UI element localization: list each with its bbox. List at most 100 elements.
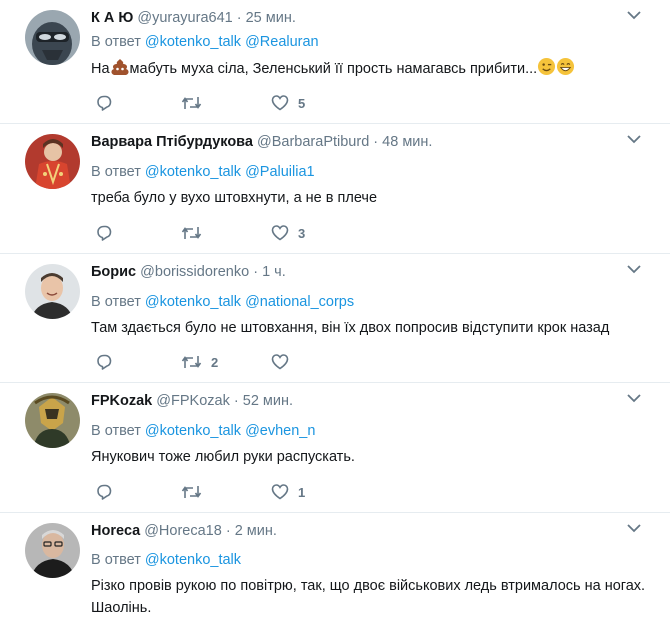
like-count: 3 xyxy=(298,225,306,241)
tweet-actions: 5 xyxy=(91,93,391,113)
mention-link[interactable]: @kotenko_talk xyxy=(145,423,241,439)
reply-prefix: В ответ xyxy=(91,552,141,568)
separator-dot: · xyxy=(253,264,259,280)
like-button[interactable] xyxy=(271,352,298,372)
mention-link[interactable]: @kotenko_talk xyxy=(145,164,241,180)
heart-icon xyxy=(271,484,289,500)
reply-icon xyxy=(97,95,112,111)
mention-link[interactable]: @kotenko_talk xyxy=(145,294,241,310)
timestamp[interactable]: 1 ч. xyxy=(262,264,286,280)
retweet-button[interactable] xyxy=(181,223,211,243)
display-name[interactable]: Варвара Птібурдукова xyxy=(91,134,253,150)
tweet-text: Різко провів рукою по повітрю, так, що д… xyxy=(91,578,646,616)
display-name[interactable]: FPKozak xyxy=(91,393,152,409)
tweet-header: Борис @borissidorenko · 1 ч. xyxy=(91,262,286,282)
chevron-down-icon[interactable] xyxy=(627,264,641,274)
tweet-text: Там здається було не штовхання, він їх д… xyxy=(91,320,610,336)
chevron-down-icon[interactable] xyxy=(627,523,641,533)
reply-button[interactable] xyxy=(95,223,122,243)
reply-icon xyxy=(97,354,112,370)
avatar[interactable] xyxy=(25,393,80,448)
reply-button[interactable] xyxy=(95,352,122,372)
retweet-button[interactable]: 2 xyxy=(181,352,218,372)
reply-context: В ответ @kotenko_talk xyxy=(91,551,241,569)
tweet-actions: 2 xyxy=(91,352,391,372)
heart-icon xyxy=(271,95,289,111)
retweet-icon xyxy=(181,227,202,239)
reply-prefix: В ответ xyxy=(91,423,141,439)
reply-context: В ответ @kotenko_talk @evhen_n xyxy=(91,422,315,440)
retweet-icon xyxy=(181,97,202,109)
retweet-button[interactable] xyxy=(181,482,211,502)
display-name[interactable]: К А Ю xyxy=(91,10,133,26)
user-handle[interactable]: @BarbaraPtiburd xyxy=(257,134,369,150)
retweet-icon xyxy=(181,486,202,498)
timestamp[interactable]: 52 мин. xyxy=(243,393,293,409)
heart-icon xyxy=(271,354,289,370)
user-handle[interactable]: @FPKozak xyxy=(156,393,230,409)
like-button[interactable]: 1 xyxy=(271,482,305,502)
reply-prefix: В ответ xyxy=(91,164,141,180)
mention-link[interactable]: @national_corps xyxy=(245,294,354,310)
grin-emoji-icon xyxy=(557,57,575,76)
tweet-actions: 3 xyxy=(91,223,391,243)
tweet-header: FPKozak @FPKozak · 52 мин. xyxy=(91,391,293,411)
retweet-icon xyxy=(181,356,202,368)
reply-prefix: В ответ xyxy=(91,34,141,50)
reply-button[interactable] xyxy=(95,93,122,113)
user-handle[interactable]: @Horeca18 xyxy=(144,523,222,539)
poop-emoji-icon xyxy=(111,59,129,75)
timestamp[interactable]: 2 мин. xyxy=(235,523,277,539)
wink-emoji-icon xyxy=(538,57,556,76)
heart-icon xyxy=(271,225,289,241)
mention-link[interactable]: @kotenko_talk xyxy=(145,552,241,568)
tweet-item[interactable]: Horeca @Horeca18 · 2 мин. В ответ @koten… xyxy=(0,513,670,622)
chevron-down-icon[interactable] xyxy=(627,10,641,20)
avatar[interactable] xyxy=(25,134,80,189)
mention-link[interactable]: @kotenko_talk xyxy=(145,34,241,50)
tweet-header: К А Ю @yurayura641 · 25 мин. xyxy=(91,8,296,28)
tweet-text-part: На xyxy=(91,61,110,77)
tweet-item[interactable]: Варвара Птібурдукова @BarbaraPtiburd · 4… xyxy=(0,124,670,254)
timestamp[interactable]: 48 мин. xyxy=(382,134,432,150)
separator-dot: · xyxy=(233,393,239,409)
retweet-button[interactable] xyxy=(181,93,211,113)
reply-icon xyxy=(97,484,112,500)
like-count: 5 xyxy=(298,95,306,111)
reply-button[interactable] xyxy=(95,482,122,502)
timestamp[interactable]: 25 мин. xyxy=(246,10,296,26)
separator-dot: · xyxy=(236,10,242,26)
avatar[interactable] xyxy=(25,523,80,578)
chevron-down-icon[interactable] xyxy=(627,134,641,144)
reply-prefix: В ответ xyxy=(91,294,141,310)
reply-icon xyxy=(97,225,112,241)
mention-link[interactable]: @evhen_n xyxy=(245,423,315,439)
reply-context: В ответ @kotenko_talk @national_corps xyxy=(91,293,354,311)
tweet-text-part: мабуть муха сіла, Зеленський її прость н… xyxy=(129,61,538,77)
mention-link[interactable]: @Paluilia1 xyxy=(245,164,315,180)
user-handle[interactable]: @yurayura641 xyxy=(137,10,232,26)
avatar[interactable] xyxy=(25,264,80,319)
chevron-down-icon[interactable] xyxy=(627,393,641,403)
tweet-item[interactable]: Борис @borissidorenko · 1 ч. В ответ @ko… xyxy=(0,254,670,383)
display-name[interactable]: Борис xyxy=(91,264,136,280)
like-button[interactable]: 3 xyxy=(271,223,305,243)
tweet-header: Horeca @Horeca18 · 2 мин. xyxy=(91,521,277,541)
display-name[interactable]: Horeca xyxy=(91,523,140,539)
tweet-header: Варвара Птібурдукова @BarbaraPtiburd · 4… xyxy=(91,132,432,152)
like-button[interactable]: 5 xyxy=(271,93,305,113)
tweet-item[interactable]: FPKozak @FPKozak · 52 мин. В ответ @kote… xyxy=(0,383,670,513)
user-handle[interactable]: @borissidorenko xyxy=(140,264,249,280)
tweet-text: Янукович тоже любил руки распускать. xyxy=(91,449,355,465)
separator-dot: · xyxy=(373,134,379,150)
reply-context: В ответ @kotenko_talk @Paluilia1 xyxy=(91,163,315,181)
tweet-actions: 1 xyxy=(91,482,391,502)
tweet-text: треба було у вухо штовхнути, а не в плеч… xyxy=(91,190,378,206)
separator-dot: · xyxy=(225,523,231,539)
avatar[interactable] xyxy=(25,10,80,65)
like-count: 1 xyxy=(298,484,306,500)
mention-link[interactable]: @Realuran xyxy=(245,34,319,50)
tweet-text: На мабуть муха сіла, Зеленський її прость… xyxy=(91,57,651,80)
reply-context: В ответ @kotenko_talk @Realuran xyxy=(91,33,319,51)
tweet-item[interactable]: К А Ю @yurayura641 · 25 мин. В ответ @ko… xyxy=(0,0,670,124)
